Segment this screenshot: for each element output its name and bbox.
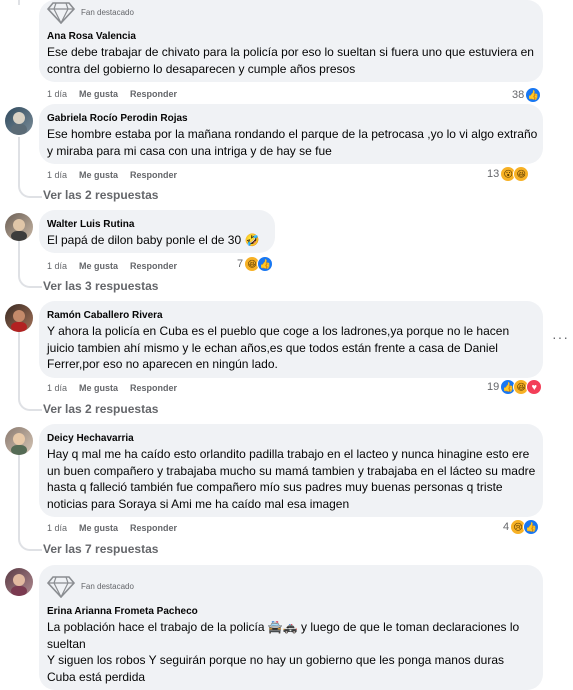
reaction-count: 19: [487, 381, 500, 393]
avatar-image: [11, 574, 27, 596]
view-replies-link[interactable]: Ver las 2 respuestas: [43, 188, 158, 202]
avatar[interactable]: [5, 304, 33, 332]
comment-author[interactable]: Walter Luis Rutina: [47, 219, 134, 230]
comment-actions: 1 día Me gusta Responder: [47, 523, 177, 533]
comment-actions: 1 día Me gusta Responder: [47, 383, 177, 393]
reaction-summary[interactable]: 38 👍: [512, 87, 542, 103]
reaction-count: 13: [487, 168, 500, 180]
comment-actions: 1 día Me gusta Responder: [47, 89, 177, 99]
love-reaction-icon: ♥: [526, 379, 543, 395]
comment-actions: 1 día Me gusta Responder: [47, 170, 177, 180]
comment-time[interactable]: 1 día: [47, 170, 67, 180]
reaction-count: 38: [512, 89, 525, 101]
thread-connector: [18, 182, 42, 198]
comment-text: Ese debe trabajar de chivato para la pol…: [47, 45, 534, 76]
like-button[interactable]: Me gusta: [79, 523, 118, 533]
like-button[interactable]: Me gusta: [79, 89, 118, 99]
fan-label: Fan destacado: [81, 7, 134, 17]
thread-connector: [18, 535, 42, 551]
view-replies-link[interactable]: Ver las 7 respuestas: [43, 542, 158, 556]
reaction-summary[interactable]: 19 👍 😆 ♥: [487, 379, 543, 395]
comment-bubble: Gabriela Rocío Perodin Rojas Ese hombre …: [39, 104, 543, 164]
reaction-summary[interactable]: 4 😢 👍: [503, 519, 540, 535]
comment-time[interactable]: 1 día: [47, 383, 67, 393]
like-reaction-icon: 👍: [257, 256, 274, 272]
comment-text-line: Cuba está perdida: [47, 669, 146, 684]
thread-line: [18, 240, 20, 275]
comment-time[interactable]: 1 día: [47, 523, 67, 533]
thread-connector: [18, 395, 42, 411]
comment-author[interactable]: Deicy Hechavarria: [47, 433, 134, 444]
fan-label: Fan destacado: [81, 581, 134, 591]
avatar[interactable]: [5, 213, 33, 241]
comment-text: El papá de dilon baby ponle el de 30 🤣: [47, 233, 260, 247]
like-button[interactable]: Me gusta: [79, 261, 118, 271]
comment-author[interactable]: Gabriela Rocío Perodin Rojas: [47, 113, 188, 124]
comment-bubble: Walter Luis Rutina El papá de dilon baby…: [39, 210, 275, 253]
like-reaction-icon: 👍: [525, 87, 542, 103]
reply-button[interactable]: Responder: [130, 523, 177, 533]
reaction-summary[interactable]: 7 😆 👍: [237, 256, 274, 272]
comment-time[interactable]: 1 día: [47, 89, 67, 99]
avatar-image: [11, 310, 27, 332]
reply-button[interactable]: Responder: [130, 383, 177, 393]
reaction-count: 4: [503, 521, 510, 533]
comment-text: Ese hombre estaba por la mañana rondando…: [47, 127, 538, 158]
more-options-icon[interactable]: ···: [552, 329, 569, 345]
reaction-count: 7: [237, 258, 244, 270]
haha-reaction-icon: 😆: [513, 166, 530, 182]
comment-bubble: Deicy Hechavarria Hay q mal me ha caído …: [39, 424, 543, 517]
comment-text-line: Y siguen los robos Y seguirán porque no …: [47, 653, 504, 667]
avatar-image: [11, 112, 27, 135]
comment-bubble: Ramón Caballero Rivera Y ahora la policí…: [39, 301, 543, 378]
like-button[interactable]: Me gusta: [79, 383, 118, 393]
comment-text-line: La población hace el trabajo de la polic…: [47, 620, 520, 651]
thread-line: [18, 0, 20, 5]
avatar-image: [11, 433, 27, 455]
fan-badge: Fan destacado: [47, 574, 134, 598]
comment-author[interactable]: Ana Rosa Valencia: [47, 31, 136, 42]
comment-actions: 1 día Me gusta Responder: [47, 261, 177, 271]
comment-text: Y ahora la policía en Cuba es el pueblo …: [47, 324, 510, 371]
comment-bubble: Fan destacado Ana Rosa Valencia Ese debe…: [39, 0, 543, 82]
avatar[interactable]: [5, 107, 33, 135]
avatar[interactable]: [5, 568, 33, 596]
like-button[interactable]: Me gusta: [79, 170, 118, 180]
like-reaction-icon: 👍: [523, 519, 540, 535]
view-replies-link[interactable]: Ver las 2 respuestas: [43, 402, 158, 416]
avatar[interactable]: [5, 427, 33, 455]
comment-bubble: Fan destacado Erina Arianna Frometa Pach…: [39, 565, 543, 690]
fan-badge: Fan destacado: [47, 0, 134, 24]
reaction-summary[interactable]: 13 😮 😆: [487, 166, 530, 182]
comment-text: La población hace el trabajo de la polic…: [47, 619, 539, 685]
thread-line: [18, 331, 20, 397]
comment-author[interactable]: Erina Arianna Frometa Pacheco: [47, 606, 198, 617]
comment-time[interactable]: 1 día: [47, 261, 67, 271]
diamond-icon: [47, 576, 75, 598]
reply-button[interactable]: Responder: [130, 89, 177, 99]
comment-text: Hay q mal me ha caído esto orlandito pad…: [47, 447, 536, 511]
reply-button[interactable]: Responder: [130, 261, 177, 271]
thread-line: [18, 137, 20, 185]
reply-button[interactable]: Responder: [130, 170, 177, 180]
thread-connector: [18, 272, 42, 288]
view-replies-link[interactable]: Ver las 3 respuestas: [43, 279, 158, 293]
thread-line: [18, 454, 20, 538]
comment-author[interactable]: Ramón Caballero Rivera: [47, 310, 163, 321]
diamond-icon: [47, 2, 75, 24]
avatar-image: [11, 219, 27, 241]
